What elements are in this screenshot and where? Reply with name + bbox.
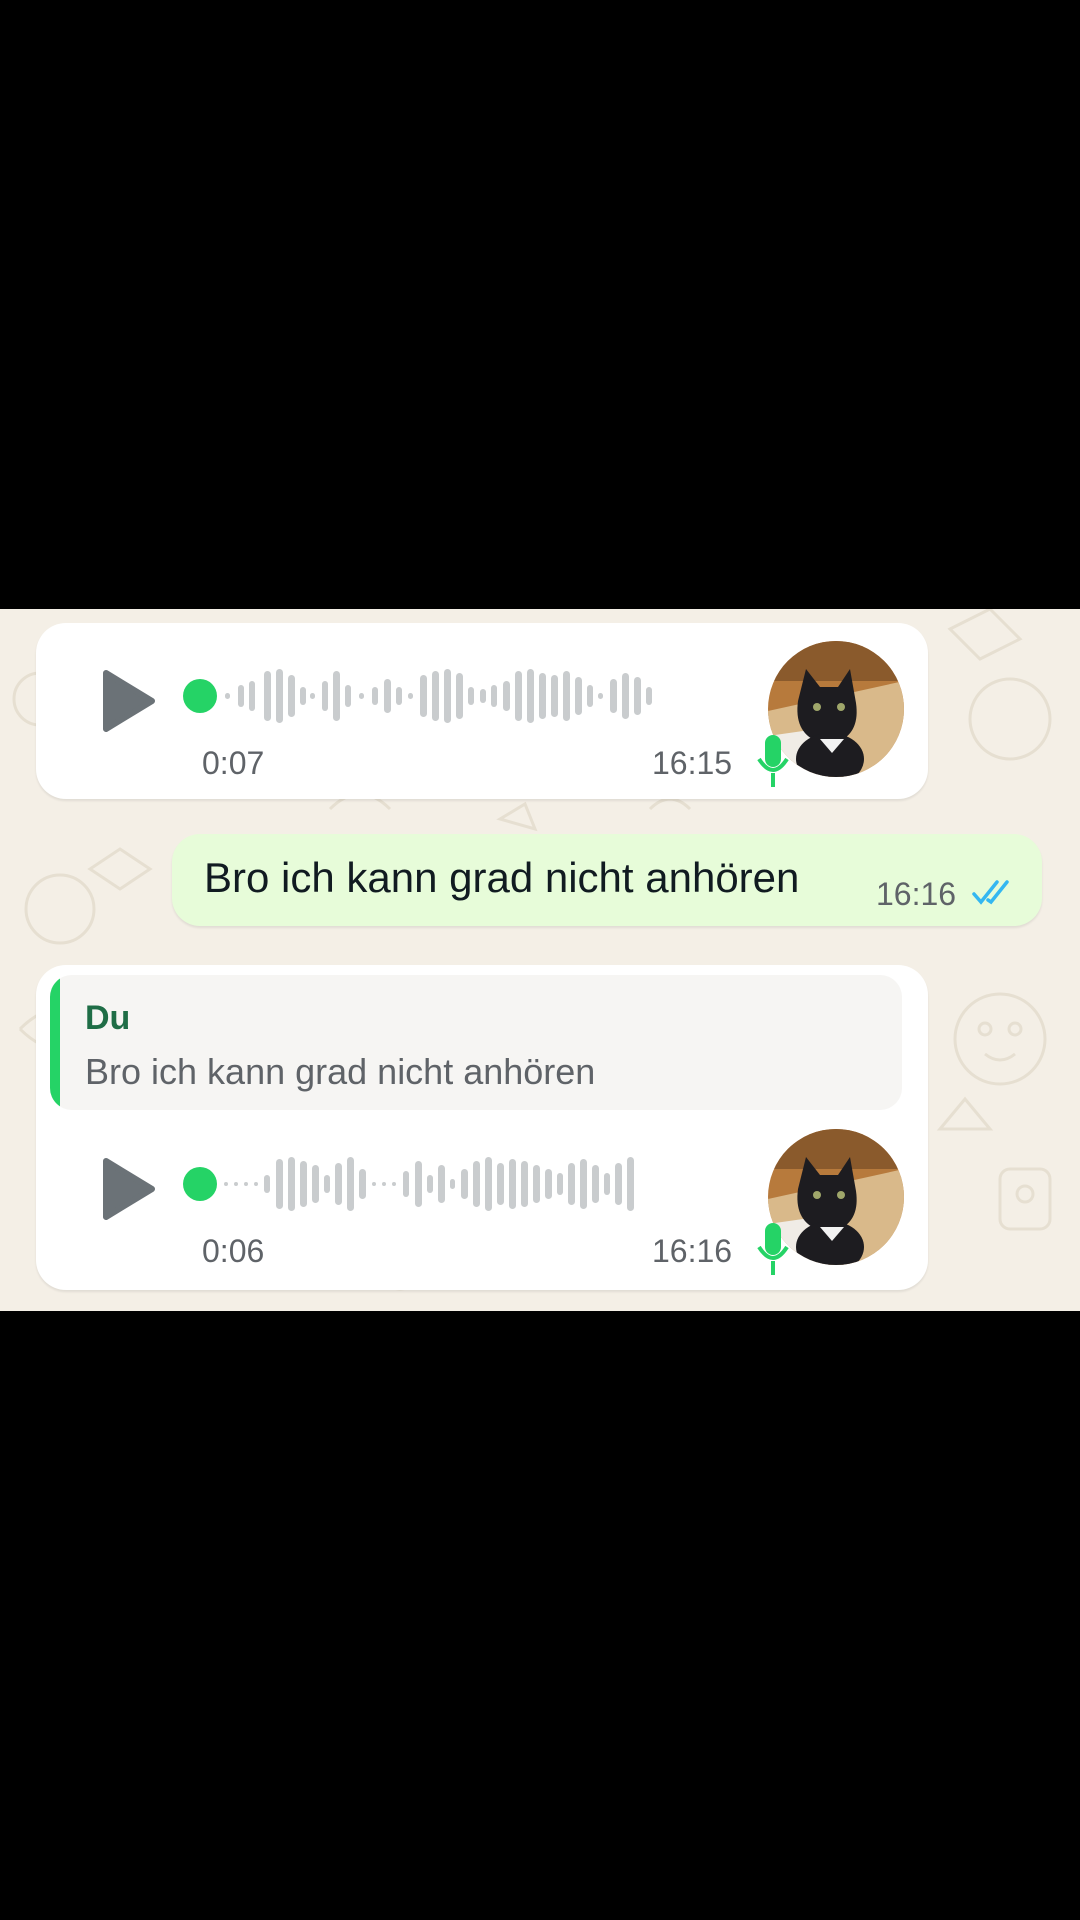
voice-message-bubble[interactable]: Du Bro ich kann grad nicht anhören 0:06 … [36,965,928,1290]
voice-waveform[interactable] [182,1149,742,1219]
play-icon[interactable] [98,669,158,733]
voice-waveform[interactable] [182,661,742,731]
message-time: 16:16 [876,876,957,912]
double-check-icon [972,880,1009,905]
play-icon[interactable] [98,1157,158,1221]
quote-accent-bar [50,975,60,1110]
quote-author: Du [85,999,131,1037]
message-time: 16:16 [652,1233,733,1269]
chat-area: 0:07 16:15 Bro ich kann grad nicht anhör… [0,609,1080,1311]
voice-duration: 0:06 [202,1233,265,1269]
message-text: Bro ich kann grad nicht anhören [204,854,800,901]
voice-duration: 0:07 [202,745,265,781]
text-message-bubble[interactable]: Bro ich kann grad nicht anhören 16:16 [172,834,1042,926]
voice-message-bubble[interactable]: 0:07 16:15 [36,623,928,799]
mic-icon [757,1223,789,1275]
mic-icon [757,735,789,787]
quote-text: Bro ich kann grad nicht anhören [85,1051,596,1092]
reply-quote[interactable]: Du Bro ich kann grad nicht anhören [50,975,902,1110]
message-time: 16:15 [652,745,733,781]
